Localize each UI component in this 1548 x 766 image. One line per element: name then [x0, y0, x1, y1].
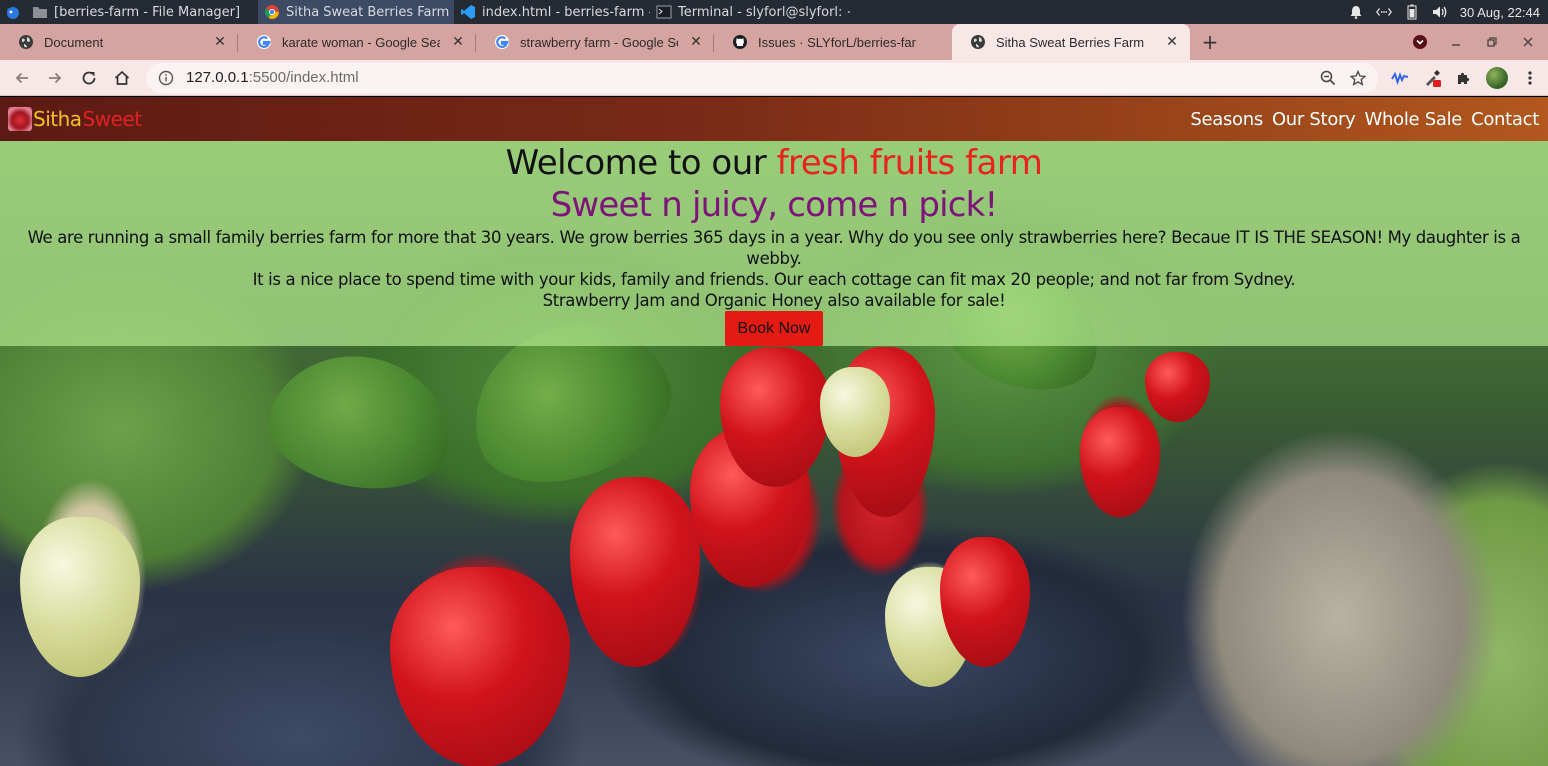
nav-link-whole-sale[interactable]: Whole Sale: [1365, 109, 1463, 130]
hero-paragraph-1: We are running a small family berries fa…: [27, 228, 1521, 268]
puzzle-extensions-icon[interactable]: [1454, 68, 1474, 88]
strawberry-logo-icon: [8, 107, 32, 131]
brand-name-part2: Sweet: [82, 107, 143, 131]
whisker-menu-icon[interactable]: [0, 0, 26, 24]
brand-name-part1: Sitha: [33, 107, 82, 131]
reload-icon[interactable]: [75, 64, 103, 92]
book-now-button[interactable]: Book Now: [724, 311, 824, 346]
browser-tab-strip: Document ✕ karate woman - Google Search …: [0, 24, 1548, 60]
kebab-menu-icon[interactable]: [1520, 68, 1540, 88]
hero-title: Welcome to our fresh fruits farm: [0, 143, 1548, 183]
taskbar-item-label: Sitha Sweat Berries Farm - ...: [286, 4, 454, 20]
globe-icon: [18, 34, 34, 50]
window-controls: [1412, 24, 1548, 60]
nav-link-seasons[interactable]: Seasons: [1190, 109, 1263, 130]
taskbar-item-label: index.html - berries-farm - V...: [482, 4, 650, 20]
vscode-icon: [460, 4, 476, 20]
restore-icon[interactable]: [1484, 34, 1500, 50]
extensions-area: [1390, 66, 1540, 89]
hero-paragraph-3: Strawberry Jam and Organic Honey also av…: [542, 291, 1006, 310]
os-taskbar: [berries-farm - File Manager] Sitha Swea…: [0, 0, 1548, 24]
url-host: 127.0.0.1: [186, 69, 249, 86]
taskbar-item-label: Terminal - slyforl@slyforl: ~/...: [678, 4, 850, 20]
google-icon: [494, 34, 510, 50]
taskbar-item-terminal[interactable]: Terminal - slyforl@slyforl: ~/...: [650, 0, 850, 24]
globe-icon: [970, 34, 986, 50]
url-path: :5500/index.html: [248, 69, 359, 86]
hero-title-prefix: Welcome to our: [505, 143, 777, 183]
terminal-icon: [656, 4, 672, 20]
tab-issues[interactable]: Issues · SLYforL/berries-farm ✕: [714, 24, 952, 60]
github-icon: [732, 34, 748, 50]
hero-subtitle: Sweet n juicy, come n pick!: [550, 185, 999, 225]
taskbar-item-file-manager[interactable]: [berries-farm - File Manager]: [26, 0, 258, 24]
profile-avatar[interactable]: [1486, 66, 1508, 89]
notification-bell-icon[interactable]: [1348, 4, 1364, 20]
system-tray: 30 Aug, 22:44: [1348, 0, 1548, 24]
google-icon: [256, 34, 272, 50]
page-viewport: Sitha Sweet Seasons Our Story Whole Sale …: [0, 97, 1548, 766]
bookmark-star-icon[interactable]: [1348, 68, 1368, 88]
battery-icon[interactable]: [1404, 4, 1420, 20]
address-bar[interactable]: 127.0.0.1:5500/index.html: [146, 62, 1378, 93]
close-icon[interactable]: ✕: [688, 34, 704, 50]
minimize-icon[interactable]: [1448, 34, 1464, 50]
zoom-icon[interactable]: [1318, 68, 1338, 88]
tab-document[interactable]: Document ✕: [0, 24, 238, 60]
home-icon[interactable]: [109, 64, 137, 92]
taskbar-item-label: [berries-farm - File Manager]: [54, 4, 241, 20]
wave-extension-icon[interactable]: [1390, 68, 1410, 88]
eyedropper-extension-icon[interactable]: [1422, 68, 1442, 88]
tab-search-icon[interactable]: [1412, 34, 1428, 50]
nav-link-our-story[interactable]: Our Story: [1272, 109, 1356, 130]
site-navbar: Sitha Sweet Seasons Our Story Whole Sale …: [0, 97, 1548, 141]
back-icon[interactable]: [8, 64, 36, 92]
close-window-icon[interactable]: [1520, 34, 1536, 50]
volume-icon[interactable]: [1432, 4, 1448, 20]
taskbar-item-vscode[interactable]: index.html - berries-farm - V...: [454, 0, 650, 24]
brand-logo-link[interactable]: Sitha Sweet: [8, 107, 142, 131]
hero-paragraph-2: It is a nice place to spend time with yo…: [252, 270, 1296, 289]
tab-strawberry-farm[interactable]: strawberry farm - Google Search ✕: [476, 24, 714, 60]
taskbar-item-chrome[interactable]: Sitha Sweat Berries Farm - ...: [258, 0, 454, 24]
nav-links: Seasons Our Story Whole Sale Contact: [1190, 109, 1540, 130]
forward-icon[interactable]: [42, 64, 70, 92]
hero-title-accent: fresh fruits farm: [776, 143, 1043, 183]
new-tab-button[interactable]: +: [1190, 24, 1230, 60]
info-icon[interactable]: [156, 68, 176, 88]
tab-sitha-sweat[interactable]: Sitha Sweat Berries Farm ✕: [952, 24, 1190, 60]
close-icon[interactable]: ✕: [1164, 34, 1180, 50]
hero-section: Welcome to our fresh fruits farm Sweet n…: [0, 141, 1548, 346]
close-icon[interactable]: ✕: [212, 34, 228, 50]
close-icon[interactable]: ✕: [450, 34, 466, 50]
folder-icon: [32, 4, 48, 20]
network-icon[interactable]: [1375, 4, 1392, 20]
tab-karate-woman[interactable]: karate woman - Google Search ✕: [238, 24, 476, 60]
clock[interactable]: 30 Aug, 22:44: [1460, 5, 1540, 20]
chrome-icon: [264, 4, 280, 20]
browser-toolbar: 127.0.0.1:5500/index.html: [0, 60, 1548, 96]
url-text: 127.0.0.1:5500/index.html: [186, 69, 1308, 86]
nav-link-contact[interactable]: Contact: [1471, 109, 1539, 130]
